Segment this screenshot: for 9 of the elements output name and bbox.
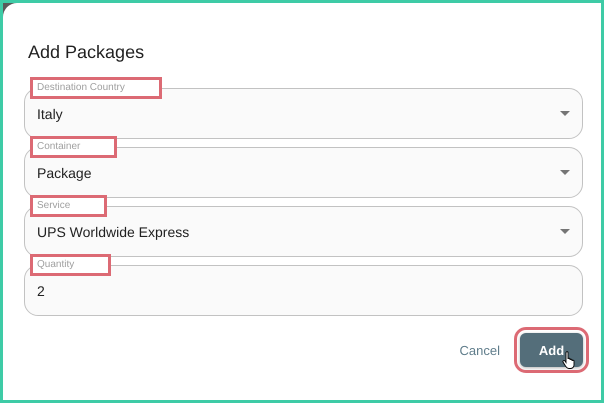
cancel-button[interactable]: Cancel — [460, 334, 500, 366]
field-label: Quantity — [33, 257, 108, 273]
caret-icon — [560, 229, 570, 234]
caret-icon — [560, 111, 570, 116]
field-label: Container — [33, 139, 114, 155]
caret-icon — [560, 170, 570, 175]
field-label: Service — [33, 198, 104, 214]
field-label: Destination Country — [33, 80, 159, 96]
dialog-title: Add Packages — [28, 41, 146, 64]
